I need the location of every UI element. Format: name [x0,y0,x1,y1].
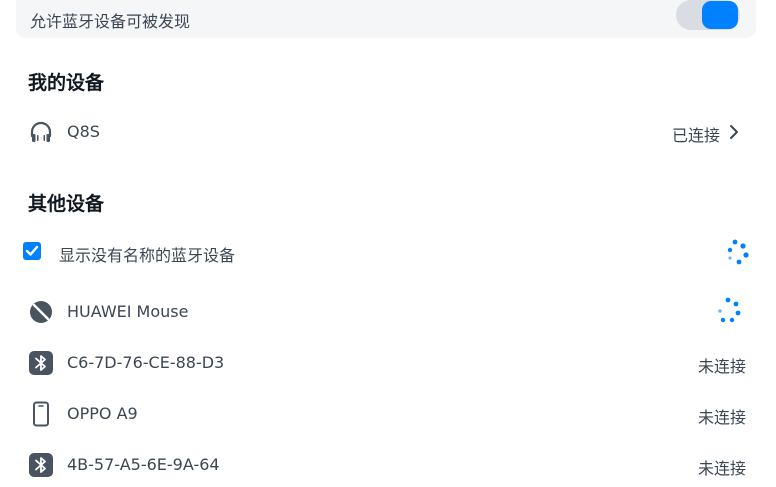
device-name: 4B-57-A5-6E-9A-64 [67,455,220,474]
bluetooth-icon [29,351,53,375]
discoverable-label: 允许蓝牙设备可被发现 [30,12,191,31]
connecting-spinner-icon [718,297,741,323]
device-name: OPPO A9 [67,404,138,423]
device-row-q8s[interactable]: Q8S 已连接 [16,110,756,154]
device-name: Q8S [67,122,100,141]
phone-icon [33,401,49,427]
device-status: 未连接 [697,357,746,376]
show-unnamed-label: 显示没有名称的蓝牙设备 [59,246,236,265]
device-row-c6-7d[interactable]: C6-7D-76-CE-88-D3 未连接 [16,341,756,385]
discoverable-row: 允许蓝牙设备可被发现 [16,0,756,38]
show-unnamed-row: 显示没有名称的蓝牙设备 [16,230,756,274]
chevron-right-icon[interactable] [726,124,742,140]
device-status: 已连接 [671,126,720,145]
bluetooth-icon [29,453,53,477]
headphones-icon [30,121,52,142]
scanning-spinner-icon [727,239,749,265]
device-row-huawei-mouse[interactable]: HUAWEI Mouse [16,290,756,334]
device-name: HUAWEI Mouse [67,302,189,321]
device-name: C6-7D-76-CE-88-D3 [67,353,225,372]
my-devices-title: 我的设备 [28,72,105,94]
device-status: 未连接 [697,459,746,478]
device-status: 未连接 [697,408,746,427]
device-row-oppo-a9[interactable]: OPPO A9 未连接 [16,392,756,436]
discoverable-toggle[interactable] [676,0,740,30]
device-row-4b-57[interactable]: 4B-57-A5-6E-9A-64 未连接 [16,443,756,487]
mouse-icon [30,301,52,323]
show-unnamed-checkbox[interactable] [22,241,42,261]
other-devices-title: 其他设备 [28,193,105,215]
toggle-knob [702,1,738,29]
